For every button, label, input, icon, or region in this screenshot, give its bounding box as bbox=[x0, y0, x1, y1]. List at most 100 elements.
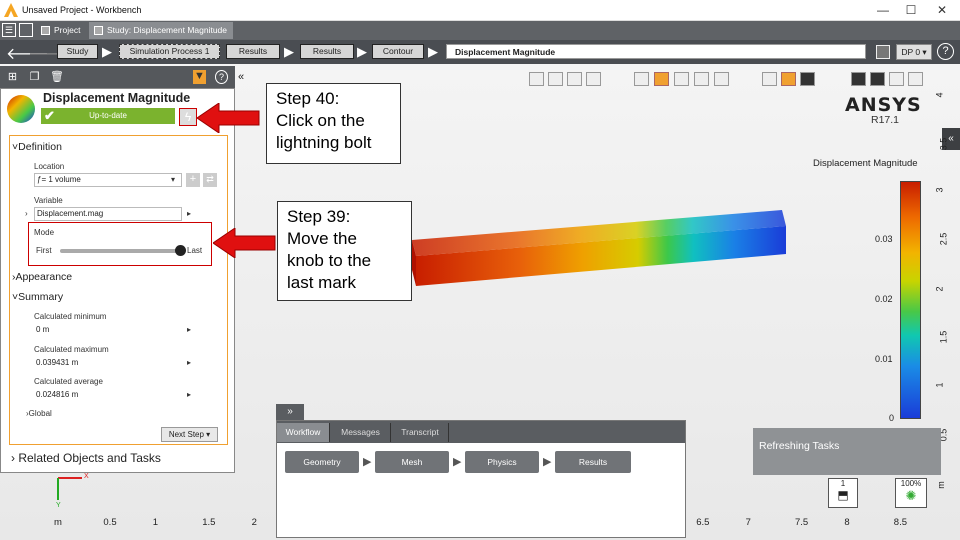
grid-icon[interactable] bbox=[781, 72, 796, 86]
vertical-ruler-unit: m bbox=[935, 481, 946, 489]
crumb-results[interactable]: Results bbox=[226, 44, 280, 59]
next-step-button[interactable]: Next Step ▾ bbox=[161, 427, 218, 442]
tab-project[interactable]: Project bbox=[36, 22, 86, 39]
maximize-button[interactable]: ☐ bbox=[901, 3, 921, 17]
lighting-icon[interactable] bbox=[851, 72, 866, 86]
ruler-tick: 6.5 bbox=[696, 517, 710, 528]
step40-arrow bbox=[197, 103, 260, 133]
triad-x-label: X bbox=[84, 473, 89, 480]
select-edge-icon[interactable] bbox=[567, 72, 582, 86]
expand-arrow-icon[interactable]: ▸ bbox=[187, 209, 191, 218]
progress-spinner-icon: ✺ bbox=[905, 488, 917, 503]
view-icon[interactable] bbox=[634, 72, 649, 86]
mode-slider-track[interactable] bbox=[60, 249, 180, 253]
duplicate-icon[interactable]: ❐ bbox=[28, 70, 41, 84]
chevron-right-icon: ▶ bbox=[284, 44, 294, 59]
mode-highlight bbox=[28, 222, 212, 266]
show-edges-icon[interactable] bbox=[694, 72, 709, 86]
progress-indicator[interactable]: 100% ✺ bbox=[895, 478, 927, 508]
step39-arrow bbox=[213, 228, 276, 258]
study-icon bbox=[94, 26, 103, 35]
tab-messages[interactable]: Messages bbox=[331, 423, 391, 442]
callout-line: Click on the bbox=[276, 111, 365, 130]
expand-arrow-icon[interactable]: ▸ bbox=[187, 358, 191, 367]
save-view-icon[interactable] bbox=[908, 72, 923, 86]
global-group[interactable]: ›Global bbox=[26, 409, 52, 418]
section-definition[interactable]: ˅Definition bbox=[12, 141, 62, 153]
calc-avg-label: Calculated average bbox=[34, 377, 103, 386]
status-badge: ✔ Up-to-date bbox=[41, 108, 175, 124]
location-label: Location bbox=[34, 162, 65, 171]
dropdown-arrow-icon[interactable]: ▾ bbox=[171, 175, 175, 184]
perspective-icon[interactable] bbox=[870, 72, 885, 86]
select-face-icon[interactable] bbox=[548, 72, 563, 86]
ruler-tick: 8.5 bbox=[893, 517, 908, 528]
workflow-step-geometry[interactable]: Geometry bbox=[285, 451, 359, 473]
chevron-right-icon[interactable]: › bbox=[25, 209, 28, 218]
workflow-step-results[interactable]: Results bbox=[555, 451, 631, 473]
section-summary[interactable]: ˅Summary bbox=[12, 291, 63, 303]
collapse-workflow-button[interactable]: » bbox=[276, 404, 304, 421]
list-icon[interactable]: ☰ bbox=[2, 23, 16, 37]
section-appearance[interactable]: ›Appearance bbox=[12, 271, 72, 283]
tab-transcript[interactable]: Transcript bbox=[392, 423, 449, 442]
help-icon[interactable]: ? bbox=[215, 70, 228, 84]
select-vertex-icon[interactable] bbox=[586, 72, 601, 86]
arrow-right-icon: ▶ bbox=[363, 456, 372, 468]
show-contour-icon[interactable] bbox=[654, 72, 669, 86]
select-icon[interactable] bbox=[529, 72, 544, 86]
show-outline-icon[interactable] bbox=[714, 72, 729, 86]
vertical-ruler-tick: 2 bbox=[934, 286, 945, 292]
step40-callout: Step 40: Click on the lightning bolt bbox=[266, 83, 401, 164]
tab-study[interactable]: Study: Displacement Magnitude bbox=[89, 22, 234, 39]
workflow-tabbar: Workflow Messages Transcript bbox=[277, 421, 685, 443]
screenshot-icon[interactable] bbox=[889, 72, 904, 86]
minimize-button[interactable]: — bbox=[873, 3, 893, 17]
crumb-study[interactable]: Study bbox=[57, 44, 98, 59]
vertical-ruler-tick: 1.5 bbox=[938, 330, 949, 344]
tasks-button[interactable]: 1 ⬒ bbox=[828, 478, 858, 508]
tab-workflow[interactable]: Workflow bbox=[277, 423, 330, 442]
ruler-tick: 8 bbox=[844, 517, 850, 528]
contour-object-icon bbox=[7, 95, 35, 123]
expand-arrow-icon[interactable]: ▸ bbox=[187, 390, 191, 399]
calc-min-value: 0 m bbox=[36, 325, 50, 334]
workflow-step-physics[interactable]: Physics bbox=[465, 451, 539, 473]
show-mesh-icon[interactable] bbox=[674, 72, 689, 86]
window-icon[interactable] bbox=[19, 23, 33, 37]
window-titlebar: Unsaved Project - Workbench — ☐ ✕ bbox=[0, 0, 960, 21]
crumb-contour[interactable]: Contour bbox=[372, 44, 424, 59]
ruler-tick: 7 bbox=[745, 517, 751, 528]
workflow-step-mesh[interactable]: Mesh bbox=[375, 451, 449, 473]
calc-min-label: Calculated minimum bbox=[34, 312, 107, 321]
crumb-simulation-process[interactable]: Simulation Process 1 bbox=[119, 44, 220, 59]
collapse-panel-icon[interactable]: « bbox=[238, 71, 244, 83]
callout-line: lightning bolt bbox=[276, 133, 372, 152]
legend-color-bar bbox=[900, 181, 921, 419]
expand-arrow-icon[interactable]: ▸ bbox=[187, 325, 191, 334]
help-icon[interactable]: ? bbox=[937, 43, 954, 60]
properties-panel: Displacement Magnitude ✔ Up-to-date ϟ ˅D… bbox=[0, 88, 235, 473]
mode-last-label: Last bbox=[187, 246, 203, 255]
vertical-ruler-tick: 3.5 bbox=[938, 137, 949, 151]
new-object-icon[interactable]: ⊞ bbox=[6, 70, 19, 84]
vertical-ruler-tick: 4 bbox=[934, 92, 945, 98]
properties-area: ˅Definition Location ƒ= 1 volume ▾ + ⇄ V… bbox=[9, 135, 228, 445]
pan-icon[interactable] bbox=[762, 72, 777, 86]
object-title: Displacement Magnitude bbox=[43, 91, 191, 105]
mode-slider-knob[interactable] bbox=[175, 245, 186, 256]
displacement-contour-beam[interactable] bbox=[410, 208, 790, 288]
lightning-bolt-update-button[interactable]: ϟ bbox=[179, 108, 197, 126]
parameters-icon[interactable] bbox=[876, 45, 890, 59]
swap-icon[interactable]: ⇄ bbox=[203, 173, 217, 187]
related-objects-section[interactable]: › Related Objects and Tasks bbox=[11, 451, 161, 465]
add-icon[interactable]: + bbox=[186, 173, 200, 187]
design-point-select[interactable]: DP 0 ▾ bbox=[896, 44, 932, 60]
close-button[interactable]: ✕ bbox=[932, 3, 952, 17]
chevron-right-icon: ▶ bbox=[428, 44, 438, 59]
crumb-results-2[interactable]: Results bbox=[300, 44, 354, 59]
chevron-right-icon: ▶ bbox=[357, 44, 367, 59]
delete-icon[interactable]: 🗑 bbox=[50, 70, 64, 84]
fit-view-icon[interactable] bbox=[800, 72, 815, 86]
filter-icon[interactable]: ▼ bbox=[193, 70, 206, 84]
